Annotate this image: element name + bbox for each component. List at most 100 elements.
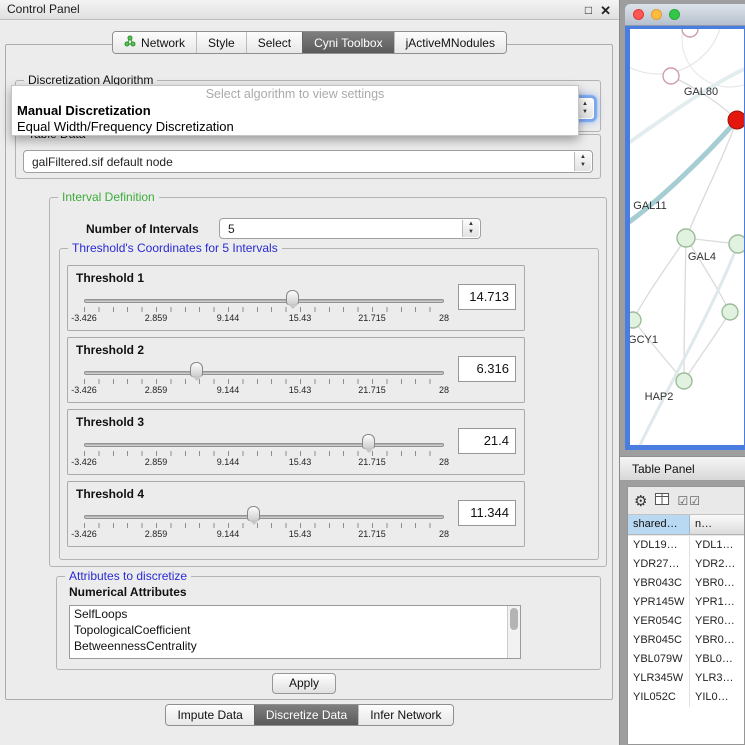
table-row[interactable]: YLR345WYLR3… [628, 669, 744, 688]
tab-style[interactable]: Style [196, 32, 246, 53]
tab-network[interactable]: Network [113, 32, 196, 53]
threshold-slider[interactable]: -3.4262.8599.14415.4321.71528 [84, 502, 444, 546]
slider-scale: -3.4262.8599.14415.4321.71528 [84, 313, 444, 325]
network-node[interactable] [682, 29, 698, 37]
table-cell[interactable]: YBR0… [690, 631, 744, 650]
network-node[interactable] [630, 312, 641, 328]
table-cell[interactable]: YER0… [690, 612, 744, 631]
slider-track[interactable] [84, 299, 444, 303]
table-row[interactable]: YBR043CYBR0… [628, 574, 744, 593]
combo-stepper-icon[interactable]: ▲▼ [574, 152, 591, 171]
table-cell[interactable]: YLR345W [628, 669, 690, 688]
threshold-slider[interactable]: -3.4262.8599.14415.4321.71528 [84, 430, 444, 474]
apply-button[interactable]: Apply [272, 673, 336, 694]
table-cell[interactable]: YBL0… [690, 650, 744, 669]
threshold-value-field[interactable]: 21.4 [458, 428, 516, 454]
network-view-window: GAL80GAL11GAL4GCY1HAP2 [625, 4, 745, 450]
tab-discretize-data[interactable]: Discretize Data [254, 705, 358, 725]
combo-stepper-icon[interactable]: ▲▼ [462, 220, 479, 237]
slider-ticks [84, 451, 444, 456]
table-cell[interactable]: YIL052C [628, 688, 690, 707]
threshold-slider[interactable]: -3.4262.8599.14415.4321.71528 [84, 358, 444, 402]
threshold-value-field[interactable]: 14.713 [458, 284, 516, 310]
table-cell[interactable]: YDR27… [628, 555, 690, 574]
table-cell[interactable]: YPR1… [690, 593, 744, 612]
scale-label: 15.43 [289, 385, 312, 395]
network-node[interactable] [728, 111, 744, 129]
list-item[interactable]: TopologicalCoefficient [70, 622, 520, 638]
network-node[interactable] [677, 229, 695, 247]
column-header-shared-name[interactable]: shared… [628, 515, 690, 534]
table-cell[interactable]: YDR2… [690, 555, 744, 574]
dropdown-item-manual-discretization[interactable]: Manual Discretization [12, 103, 578, 119]
table-cell[interactable]: YDL19… [628, 536, 690, 555]
table-row[interactable]: YIL052CYIL0… [628, 688, 744, 707]
close-icon[interactable]: ✕ [600, 1, 611, 20]
table-panel-window: ⚙ ☑☑ shared… n… YDL19…YDL1…YDR27…YDR2…YB… [627, 486, 745, 745]
minimize-traffic-light-icon[interactable] [651, 9, 662, 20]
network-node[interactable] [722, 304, 738, 320]
slider-thumb[interactable] [362, 434, 375, 449]
table-panel-titlebar[interactable]: Table Panel [620, 456, 745, 481]
threshold-value-field[interactable]: 11.344 [458, 500, 516, 526]
tab-jactivemnodules[interactable]: jActiveMNodules [394, 32, 506, 53]
float-window-icon[interactable]: □ [585, 1, 592, 20]
table-cell[interactable]: YPR145W [628, 593, 690, 612]
zoom-traffic-light-icon[interactable] [669, 9, 680, 20]
tab-cyni-toolbox[interactable]: Cyni Toolbox [302, 32, 393, 53]
slider-thumb[interactable] [286, 290, 299, 305]
scale-label: 15.43 [289, 457, 312, 467]
slider-thumb[interactable] [190, 362, 203, 377]
slider-track[interactable] [84, 371, 444, 375]
number-of-intervals-combobox[interactable]: 5 ▲▼ [219, 218, 481, 239]
gear-icon[interactable]: ⚙ [634, 492, 647, 510]
threshold-slider[interactable]: -3.4262.8599.14415.4321.71528 [84, 286, 444, 330]
table-cell[interactable]: YLR3… [690, 669, 744, 688]
list-scrollbar[interactable] [507, 606, 520, 658]
tab-cyni-toolbox-label: Cyni Toolbox [314, 36, 382, 50]
number-of-intervals-label: Number of Intervals [86, 222, 199, 236]
scale-label: 15.43 [289, 313, 312, 323]
scale-label: 21.715 [358, 457, 386, 467]
table-cell[interactable]: YIL0… [690, 688, 744, 707]
network-node[interactable] [663, 68, 679, 84]
table-row[interactable]: YBR045CYBR0… [628, 631, 744, 650]
table-cell[interactable]: YDL1… [690, 536, 744, 555]
tab-select[interactable]: Select [246, 32, 302, 53]
network-node[interactable] [729, 235, 744, 253]
tab-impute-data[interactable]: Impute Data [166, 705, 253, 725]
table-row[interactable]: YBL079WYBL0… [628, 650, 744, 669]
columns-icon[interactable] [655, 492, 669, 510]
column-header-name[interactable]: n… [690, 515, 744, 534]
table-data-combobox[interactable]: galFiltered.sif default node ▲▼ [23, 150, 593, 173]
threshold-label: Threshold 2 [76, 343, 144, 357]
list-item[interactable]: SelfLoops [70, 606, 520, 622]
slider-track[interactable] [84, 443, 444, 447]
threshold-value-field[interactable]: 6.316 [458, 356, 516, 382]
table-cell[interactable]: YER054C [628, 612, 690, 631]
table-row[interactable]: YDR27…YDR2… [628, 555, 744, 574]
tab-select-label: Select [258, 36, 291, 50]
scrollbar-thumb[interactable] [510, 608, 518, 630]
select-all-checkbox-icon[interactable]: ☑☑ [677, 494, 701, 508]
table-row[interactable]: YER054CYER0… [628, 612, 744, 631]
slider-thumb[interactable] [247, 506, 260, 521]
table-row[interactable]: YPR145WYPR1… [628, 593, 744, 612]
network-window-titlebar[interactable] [625, 4, 745, 26]
network-node-label: GAL11 [633, 200, 666, 212]
table-cell[interactable]: YBR043C [628, 574, 690, 593]
close-traffic-light-icon[interactable] [633, 9, 644, 20]
network-node[interactable] [676, 373, 692, 389]
tab-infer-network[interactable]: Infer Network [358, 705, 452, 725]
table-row[interactable]: YDL19…YDL1… [628, 536, 744, 555]
numerical-attributes-listbox: SelfLoopsTopologicalCoefficientBetweenne… [69, 605, 521, 659]
scale-label: -3.426 [71, 313, 97, 323]
network-canvas[interactable]: GAL80GAL11GAL4GCY1HAP2 [630, 29, 744, 445]
table-data-combobox-value: galFiltered.sif default node [32, 155, 173, 169]
table-cell[interactable]: YBR045C [628, 631, 690, 650]
table-cell[interactable]: YBR0… [690, 574, 744, 593]
table-cell[interactable]: YBL079W [628, 650, 690, 669]
slider-track[interactable] [84, 515, 444, 519]
list-item[interactable]: BetweennessCentrality [70, 638, 520, 654]
dropdown-item-equal-width-frequency[interactable]: Equal Width/Frequency Discretization [12, 119, 578, 135]
